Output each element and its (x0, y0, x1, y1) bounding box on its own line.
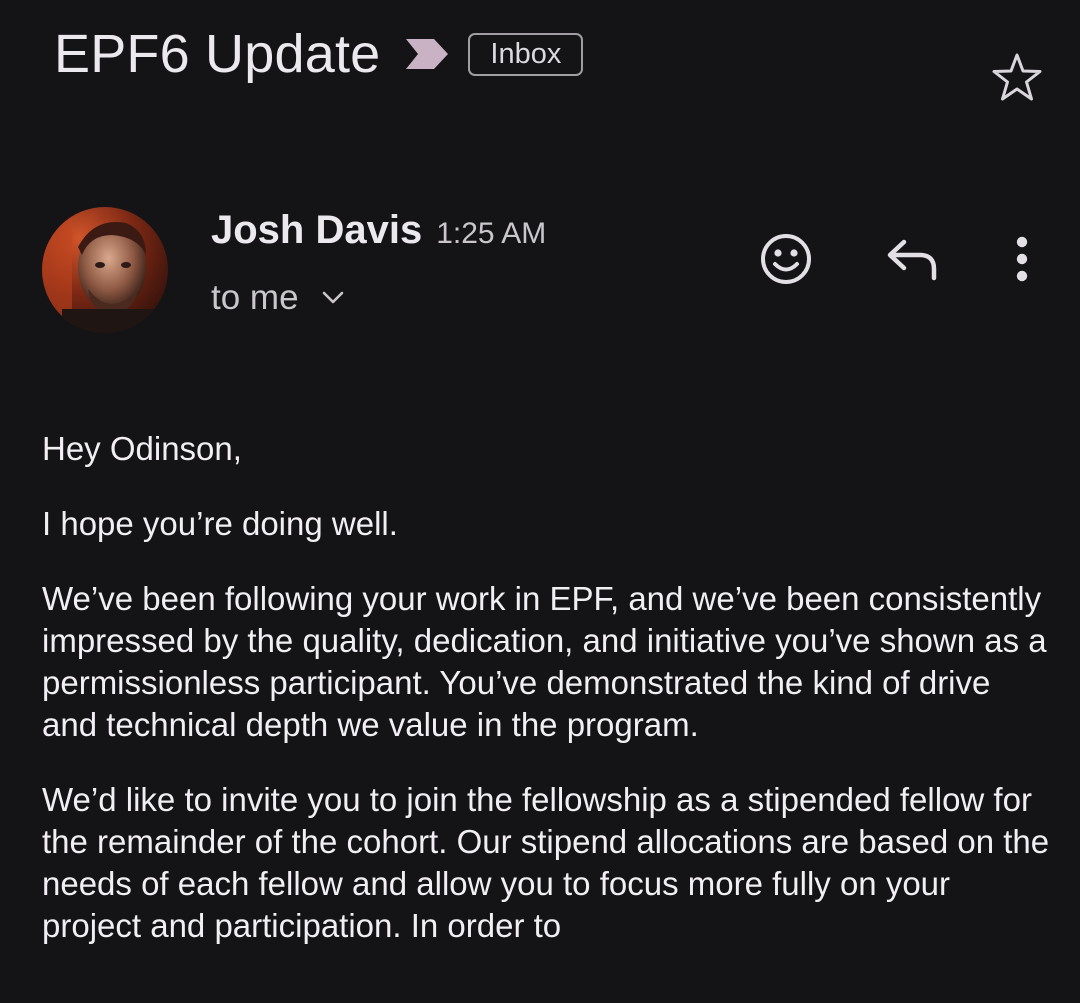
emoji-reaction-icon[interactable] (758, 231, 814, 287)
sent-time: 1:25 AM (436, 217, 547, 250)
avatar[interactable] (42, 207, 168, 333)
email-paragraph: We’d like to invite you to join the fell… (42, 781, 1050, 944)
sender-photo (42, 207, 168, 333)
recipient-label: to me (211, 278, 299, 317)
importance-marker-icon[interactable] (404, 37, 450, 71)
email-body: Hey Odinson, I hope you’re doing well. W… (42, 428, 1052, 980)
email-greeting: Hey Odinson, (42, 430, 242, 467)
reply-icon[interactable] (884, 234, 942, 284)
email-paragraph: We’ve been following your work in EPF, a… (42, 580, 1047, 743)
sender-name[interactable]: Josh Davis (211, 208, 422, 253)
email-subject-row: EPF6 Update Inbox (54, 22, 584, 86)
sender-line: Josh Davis 1:25 AM (211, 208, 546, 253)
recipient-details-toggle[interactable]: to me (211, 278, 345, 318)
star-icon[interactable] (990, 50, 1044, 104)
email-subject: EPF6 Update (54, 24, 381, 84)
inbox-label-chip[interactable]: Inbox (468, 32, 584, 76)
chevron-down-icon (322, 291, 343, 304)
more-vertical-icon[interactable] (1004, 232, 1040, 288)
email-paragraph: I hope you’re doing well. (42, 505, 398, 542)
